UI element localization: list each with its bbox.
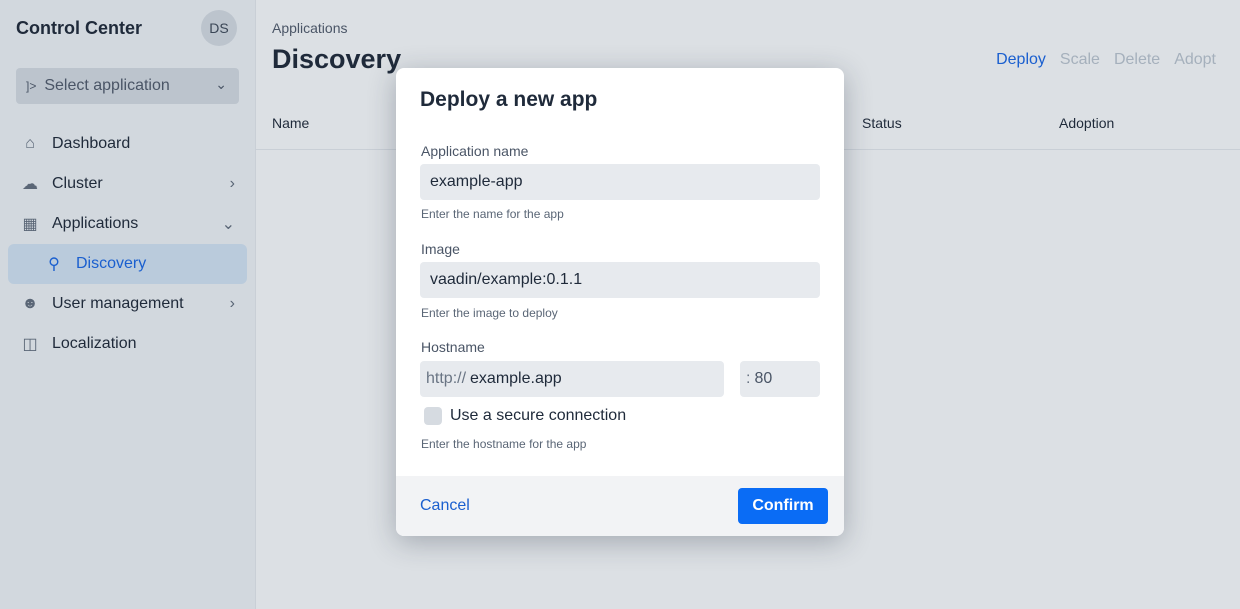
image-value: vaadin/example:0.1.1 — [430, 271, 583, 288]
sidebar-item-label: User management — [52, 295, 184, 312]
sidebar-item-label: Applications — [52, 215, 139, 232]
hostname-label: Hostname — [421, 339, 485, 355]
select-application-label: Select application — [44, 77, 170, 94]
adopt-button[interactable]: Adopt — [1174, 51, 1216, 69]
sidebar-item-label: Localization — [52, 335, 137, 352]
dialog-title: Deploy a new app — [420, 88, 598, 111]
secure-connection-label[interactable]: Use a secure connection — [450, 407, 626, 425]
sidebar-item-dashboard[interactable]: ⌂ Dashboard — [8, 124, 247, 164]
delete-button[interactable]: Delete — [1114, 51, 1160, 69]
user-settings-icon: ☻ — [21, 295, 39, 312]
hostname-input[interactable]: http://example.app — [420, 361, 724, 397]
search-icon: ⚲ — [48, 256, 60, 273]
terminal-icon: ]> — [26, 79, 37, 93]
image-input[interactable]: vaadin/example:0.1.1 — [420, 262, 820, 298]
translate-icon: ◫ — [22, 336, 38, 353]
chevron-right-icon: › — [229, 175, 235, 192]
app-name-help: Enter the name for the app — [421, 207, 564, 221]
sidebar-item-applications[interactable]: ▦ Applications ⌄ — [8, 204, 247, 244]
app-name-label: Application name — [421, 143, 529, 159]
hostname-help: Enter the hostname for the app — [421, 437, 587, 451]
port-prefix: : — [746, 370, 751, 387]
toolbar: Deploy Scale Delete Adopt — [996, 51, 1216, 69]
sidebar-item-discovery[interactable]: ⚲ Discovery — [8, 244, 247, 284]
deploy-dialog: Deploy a new app Application name exampl… — [396, 68, 844, 536]
boxes-icon: ▦ — [22, 216, 38, 233]
sidebar-item-label: Dashboard — [52, 135, 131, 152]
app-name-value: example-app — [430, 173, 523, 190]
sidebar: Control Center DS ]> Select application … — [0, 0, 256, 609]
breadcrumb[interactable]: Applications — [272, 20, 348, 36]
scale-button[interactable]: Scale — [1060, 51, 1100, 69]
sidebar-item-localization[interactable]: ◫ Localization — [8, 324, 247, 364]
port-input[interactable]: :80 — [740, 361, 820, 397]
avatar[interactable]: DS — [201, 10, 237, 46]
confirm-button[interactable]: Confirm — [738, 488, 828, 524]
chevron-down-icon: ⌄ — [215, 76, 227, 92]
hostname-value: example.app — [470, 370, 562, 387]
port-value: 80 — [754, 370, 773, 387]
home-icon: ⌂ — [25, 135, 35, 152]
dialog-footer: Cancel Confirm — [396, 476, 844, 536]
chevron-down-icon: ⌄ — [221, 216, 235, 233]
deploy-button[interactable]: Deploy — [996, 51, 1046, 69]
cancel-button[interactable]: Cancel — [420, 497, 470, 515]
image-help: Enter the image to deploy — [421, 306, 558, 320]
image-label: Image — [421, 241, 460, 257]
app-name-input[interactable]: example-app — [420, 164, 820, 200]
cloud-icon: ☁ — [22, 176, 38, 193]
hostname-prefix: http:// — [426, 370, 467, 387]
sidebar-item-label: Cluster — [52, 175, 103, 192]
column-status[interactable]: Status — [862, 115, 902, 131]
select-application-dropdown[interactable]: ]> Select application ⌄ — [16, 68, 239, 104]
secure-connection-checkbox[interactable] — [424, 407, 442, 425]
column-adoption[interactable]: Adoption — [1059, 115, 1114, 131]
sidebar-item-label: Discovery — [76, 255, 147, 272]
sidebar-item-user-management[interactable]: ☻ User management › — [8, 284, 247, 324]
column-name[interactable]: Name — [272, 115, 309, 131]
sidebar-item-cluster[interactable]: ☁ Cluster › — [8, 164, 247, 204]
page-title: Discovery — [272, 44, 402, 74]
chevron-right-icon: › — [229, 295, 235, 312]
app-title: Control Center — [16, 18, 142, 38]
sidebar-nav: ⌂ Dashboard ☁ Cluster › ▦ Applications ⌄ ⚲ Dis… — [8, 124, 247, 364]
